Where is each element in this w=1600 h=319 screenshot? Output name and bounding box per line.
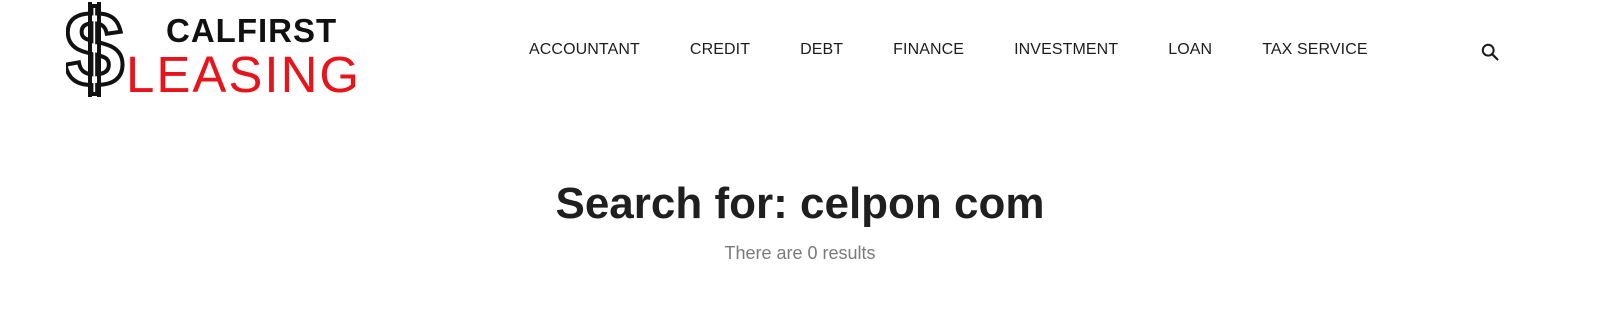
logo-symbol: $ [66,2,124,98]
nav-item-debt[interactable]: DEBT [800,41,843,59]
search-icon [1481,43,1499,61]
site-header: $ CALFIRST LEASING ACCOUNTANT CREDIT DEB… [0,0,1600,100]
site-logo[interactable]: $ CALFIRST LEASING [66,2,436,98]
logo-text-line2: LEASING [126,46,361,98]
dollar-icon: $ [66,2,126,98]
results-count: There are 0 results [724,243,876,263]
nav-item-finance[interactable]: FINANCE [893,41,964,59]
nav-item-investment[interactable]: INVESTMENT [1014,41,1118,59]
search-button[interactable] [1478,40,1502,64]
logo-text-line1: CALFIRST [166,12,337,49]
nav-item-credit[interactable]: CREDIT [690,41,750,59]
main-nav: ACCOUNTANT CREDIT DEBT FINANCE INVESTMEN… [529,38,1368,62]
nav-item-accountant[interactable]: ACCOUNTANT [529,41,640,59]
page: $ CALFIRST LEASING ACCOUNTANT CREDIT DEB… [0,0,1600,319]
page-title: Search for: celpon com [555,179,1045,228]
search-results-section: Search for: celpon com There are 0 resul… [0,100,1600,319]
nav-item-loan[interactable]: LOAN [1168,41,1212,59]
logo-graphic: $ CALFIRST LEASING [66,2,361,98]
nav-item-tax-service[interactable]: TAX SERVICE [1262,41,1367,59]
